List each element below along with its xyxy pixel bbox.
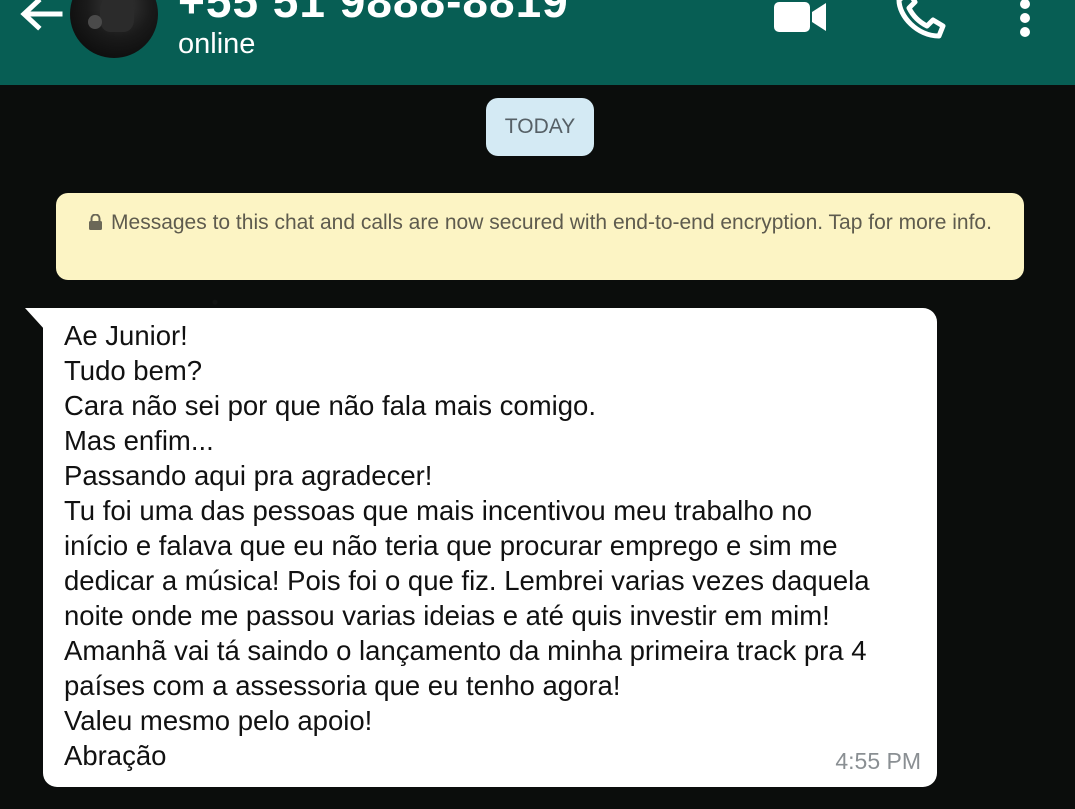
bubble-tail — [25, 308, 45, 330]
phone-icon[interactable] — [895, 0, 947, 40]
date-chip: TODAY — [486, 98, 594, 156]
message-bubble[interactable]: Ae Junior! Tudo bem? Cara não sei por qu… — [43, 308, 937, 787]
avatar[interactable] — [70, 0, 158, 58]
avatar-figure — [100, 0, 134, 32]
encryption-text: Messages to this chat and calls are now … — [111, 211, 992, 234]
chat-area[interactable]: TODAY Messages to this chat and calls ar… — [0, 85, 1075, 809]
chat-header: +55 51 9888-8819 online — [0, 0, 1075, 85]
contact-status: online — [178, 28, 256, 60]
videocam-icon[interactable] — [774, 0, 828, 34]
message-text: Ae Junior! Tudo bem? Cara não sei por qu… — [64, 320, 870, 771]
message-time: 4:55 PM — [835, 748, 921, 774]
lock-icon — [89, 214, 103, 230]
encryption-notice[interactable]: Messages to this chat and calls are now … — [56, 193, 1024, 280]
contact-name[interactable]: +55 51 9888-8819 — [178, 0, 569, 28]
arrow-left-icon[interactable] — [16, 0, 66, 40]
avatar-detail — [88, 15, 102, 29]
more-vert-icon[interactable] — [1012, 0, 1038, 40]
